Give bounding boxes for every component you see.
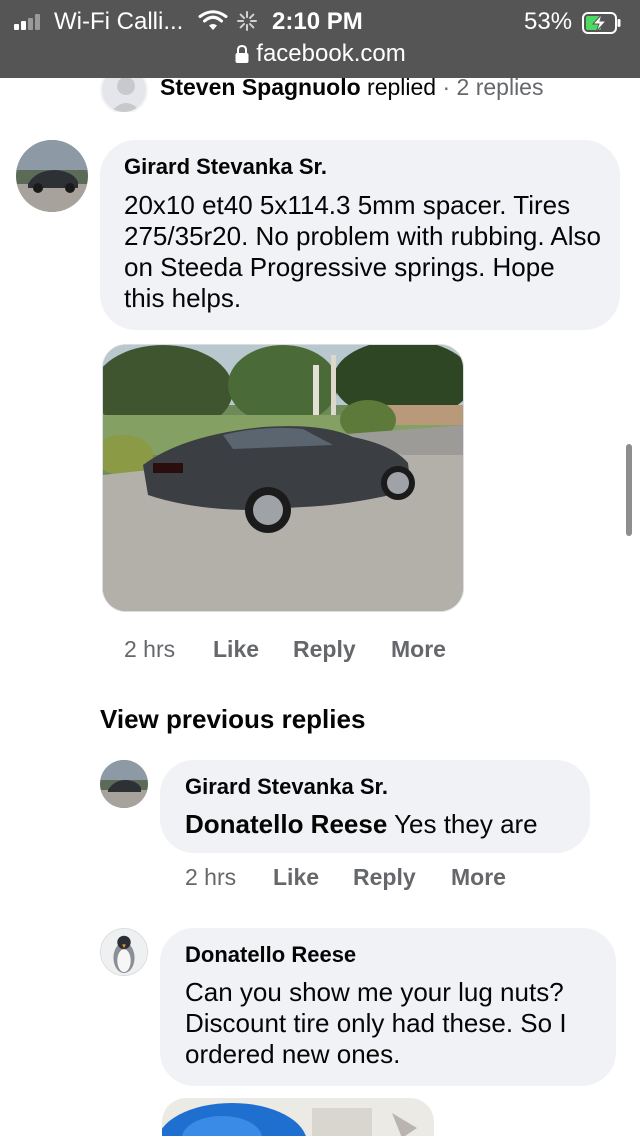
reply-text: Yes they are xyxy=(394,809,538,839)
like-button[interactable]: Like xyxy=(213,636,259,663)
comment-time[interactable]: 2 hrs xyxy=(124,636,175,663)
reply-button[interactable]: Reply xyxy=(293,636,356,663)
reply-text-line: Donatello Reese Yes they are xyxy=(185,809,538,840)
battery-percent: 53% xyxy=(524,8,573,35)
carrier-label: Wi-Fi Calli... xyxy=(54,8,184,35)
reply-photo[interactable] xyxy=(162,1098,434,1136)
wifi-icon xyxy=(198,10,228,30)
battery-charging-icon xyxy=(582,12,621,34)
reply-text: Can you show me your lug nuts? Discount … xyxy=(185,977,567,1069)
collapsed-replies-link[interactable]: Steven Spagnuolo replied · 2 replies xyxy=(100,78,600,112)
reply-time[interactable]: 2 hrs xyxy=(185,864,236,891)
address-bar[interactable]: facebook.com xyxy=(0,40,640,70)
more-button[interactable]: More xyxy=(391,636,446,663)
lock-icon xyxy=(235,44,249,63)
reply-count: 2 replies xyxy=(456,78,544,100)
reply-author[interactable]: Donatello Reese xyxy=(185,942,356,968)
reply-author: Steven Spagnuolo xyxy=(160,78,361,100)
browser-top-bar: Wi-Fi Calli... 2:10 PM 53% facebook.com xyxy=(0,0,640,78)
avatar xyxy=(100,78,148,112)
avatar[interactable] xyxy=(16,140,88,212)
view-previous-replies-link[interactable]: View previous replies xyxy=(100,704,365,735)
comment-actions: 2 hrs Like Reply More xyxy=(124,636,524,664)
separator: · xyxy=(442,78,451,100)
reply-author[interactable]: Girard Stevanka Sr. xyxy=(185,774,388,800)
lug-nut-photo-image xyxy=(162,1098,434,1136)
avatar[interactable] xyxy=(100,760,148,808)
reply-bubble[interactable]: Girard Stevanka Sr. Donatello Reese Yes … xyxy=(160,760,590,853)
status-bar: Wi-Fi Calli... 2:10 PM 53% xyxy=(0,6,640,36)
clock: 2:10 PM xyxy=(272,8,363,35)
comment-bubble[interactable]: Girard Stevanka Sr. 20x10 et40 5x114.3 5… xyxy=(100,140,620,330)
like-button[interactable]: Like xyxy=(273,864,319,891)
url-text: facebook.com xyxy=(256,40,406,67)
comment-photo[interactable] xyxy=(102,344,464,612)
loading-spinner-icon xyxy=(237,11,257,31)
comment-text: 20x10 et40 5x114.3 5mm spacer. Tires 275… xyxy=(124,190,601,313)
comment-author[interactable]: Girard Stevanka Sr. xyxy=(124,154,327,180)
avatar[interactable] xyxy=(100,928,148,976)
reply-bubble[interactable]: Donatello Reese Can you show me your lug… xyxy=(160,928,616,1086)
reply-actions: 2 hrs Like Reply More xyxy=(185,864,585,892)
mention-link[interactable]: Donatello Reese xyxy=(185,809,387,839)
car-photo-image xyxy=(103,345,463,611)
reply-verb: replied xyxy=(367,78,437,100)
more-button[interactable]: More xyxy=(451,864,506,891)
signal-icon xyxy=(14,14,44,30)
scrollbar[interactable] xyxy=(626,444,632,536)
reply-button[interactable]: Reply xyxy=(353,864,416,891)
